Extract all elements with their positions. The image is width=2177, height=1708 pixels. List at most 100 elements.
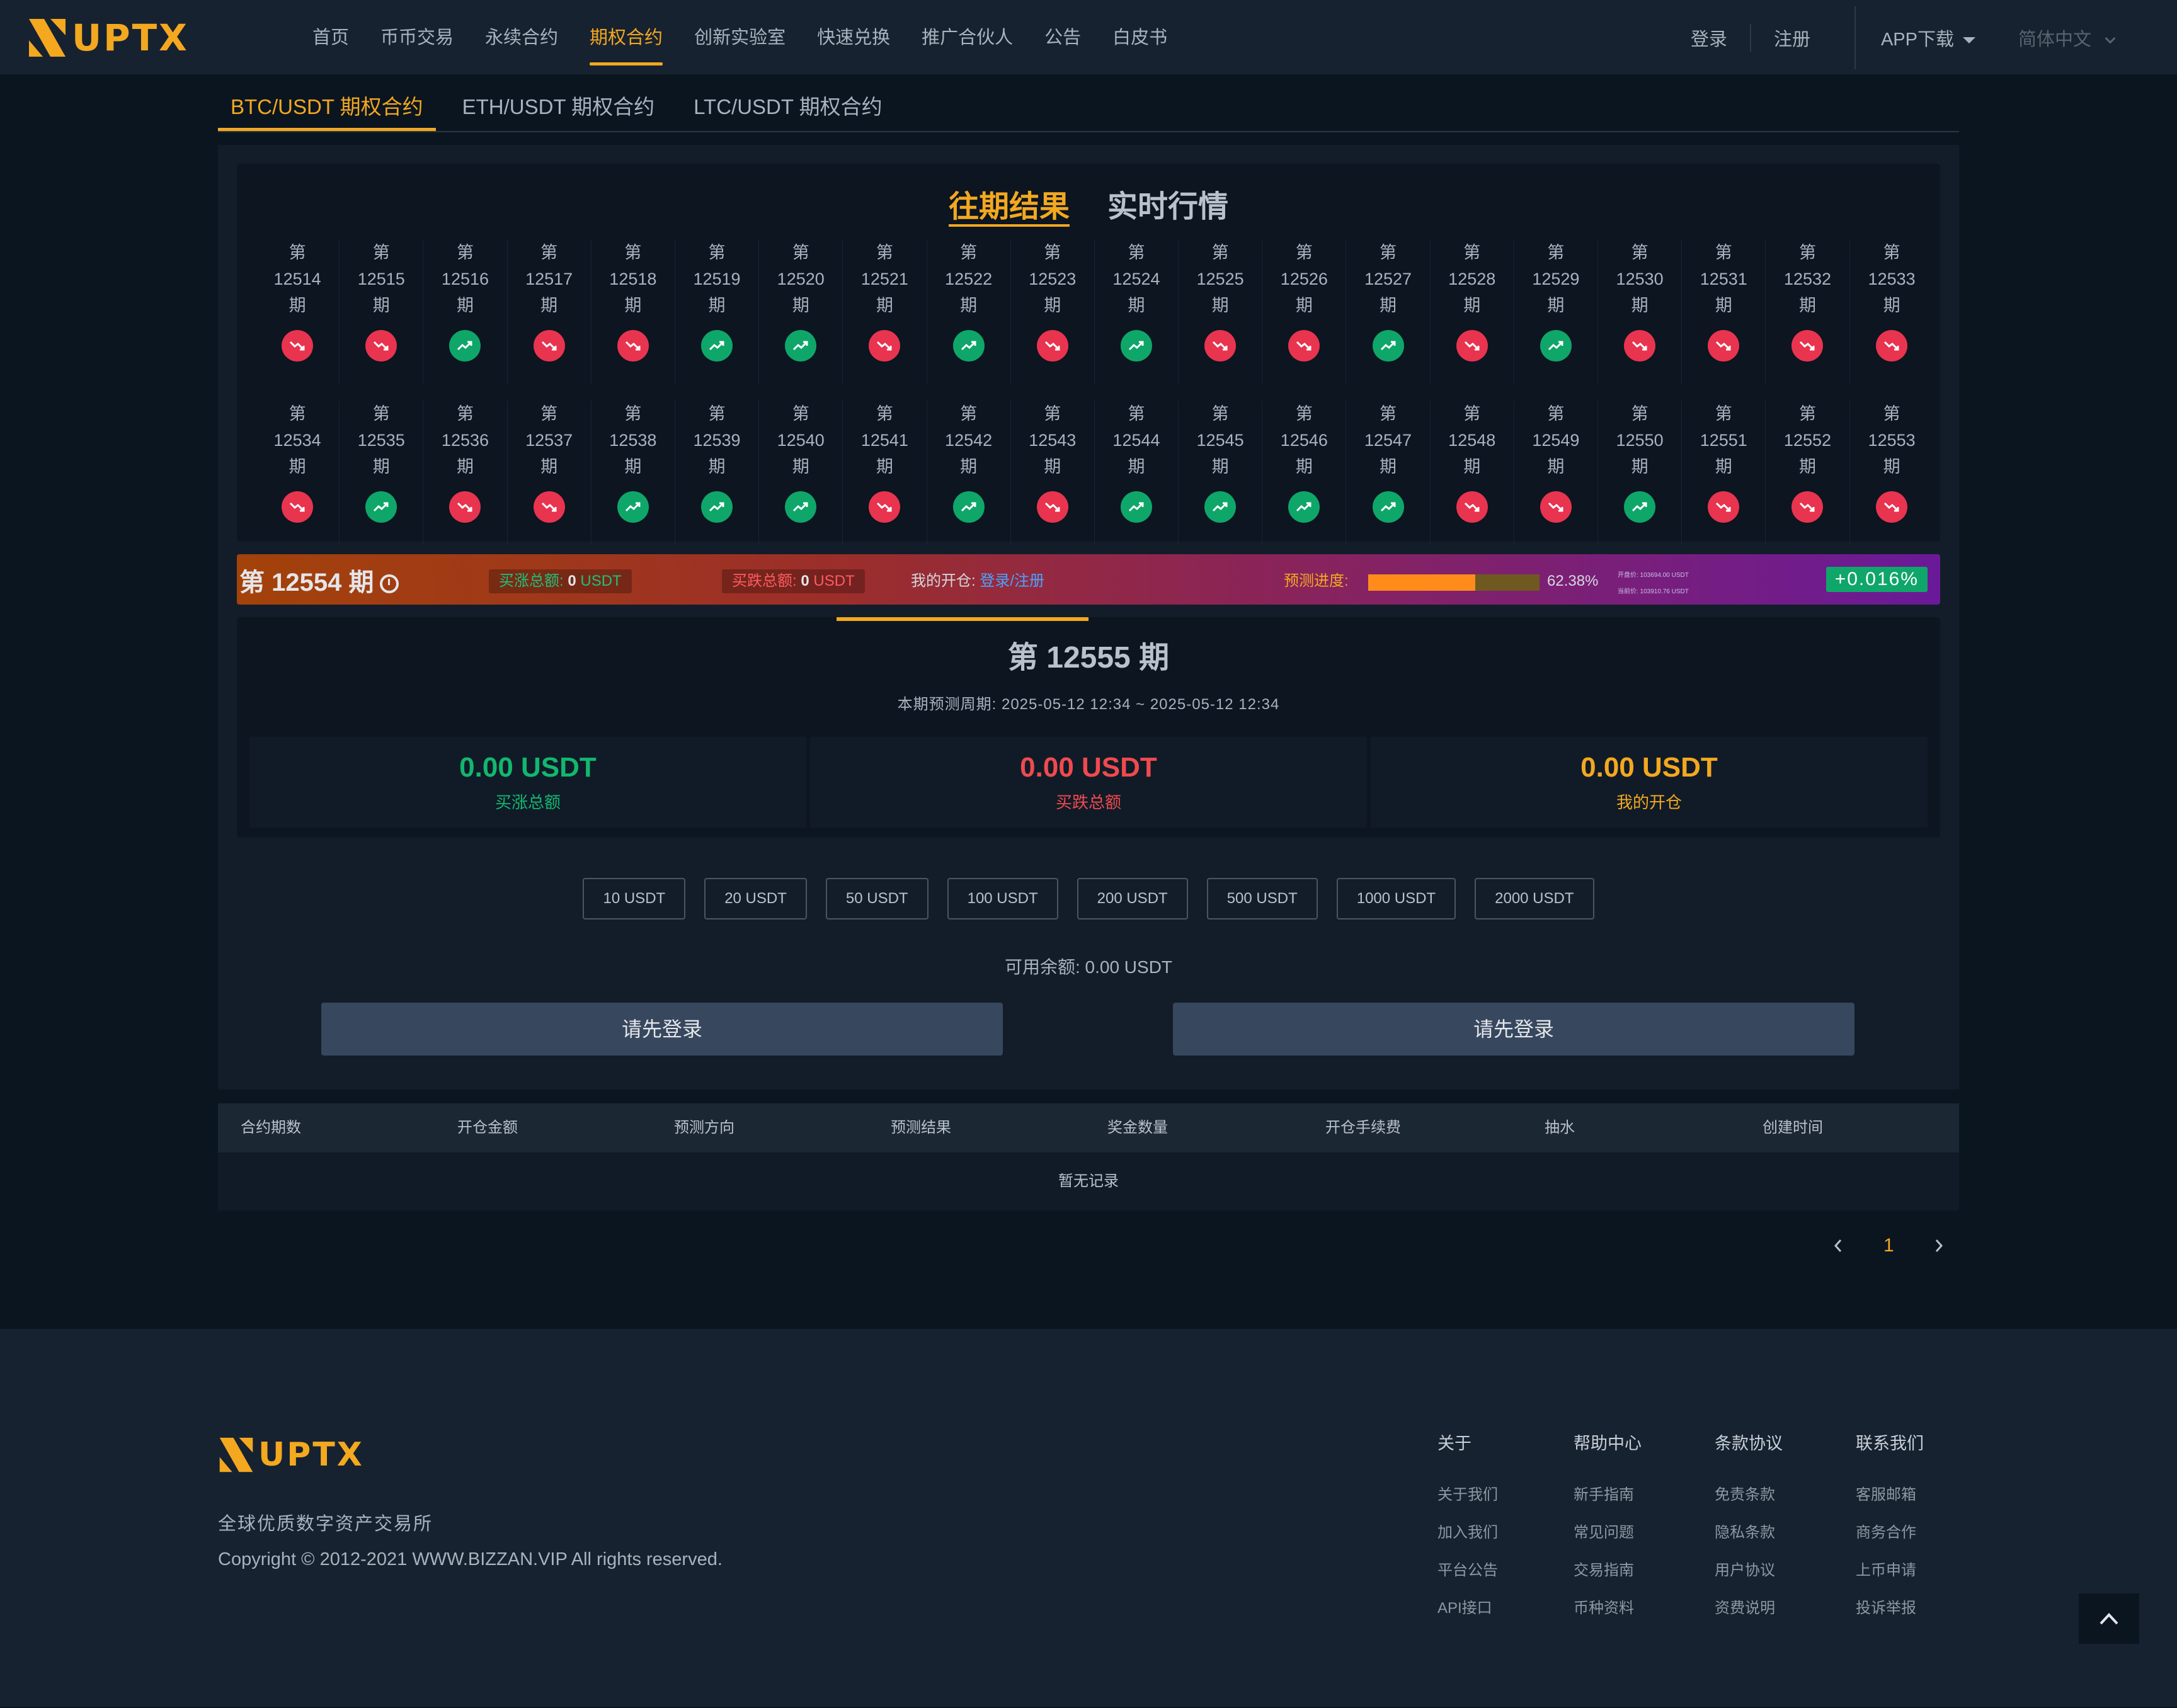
tab-live-market[interactable]: 实时行情 [1107,164,1228,227]
current-period-title: 第 12554 期 [239,562,399,598]
period-result: 第 12549 期 [1514,401,1598,545]
footer-link[interactable]: 资费说明 [1715,1595,1783,1633]
trend-up-icon [1372,491,1404,523]
amount-button-1000[interactable]: 1000 USDT [1336,878,1456,919]
nav-item-lab[interactable]: 创新实验室 [694,0,786,76]
period-prefix: 第 [540,243,558,262]
footer-link[interactable]: 客服邮箱 [1856,1482,1924,1520]
amount-button-10[interactable]: 10 USDT [583,878,686,919]
period-prefix: 第 [1463,404,1481,423]
period-number: 12523 [1029,270,1077,288]
footer-link[interactable]: 投诉举报 [1856,1595,1924,1633]
trend-up-icon [1372,330,1404,362]
nav-item-announcement[interactable]: 公告 [1044,0,1081,76]
period-result: 第 12548 期 [1431,401,1514,545]
column-header: 预测结果 [891,1119,951,1136]
period-result: 第 12547 期 [1346,401,1431,545]
period-result: 第 12523 期 [1011,239,1095,384]
period-prefix: 第 [1883,404,1900,423]
footer-link[interactable]: 用户协议 [1715,1557,1783,1595]
footer-link[interactable]: 商务合作 [1856,1520,1924,1557]
period-number: 12542 [945,431,993,450]
buy-up-label: 买涨总额: [499,572,568,589]
footer-column-title: 帮助中心 [1574,1434,1642,1453]
nav-item-whitepaper[interactable]: 白皮书 [1112,0,1167,76]
period-prefix: 第 [1211,404,1229,423]
copyright: Copyright © 2012-2021 WWW.BIZZAN.VIP All… [218,1549,723,1569]
period-suffix: 期 [1128,457,1145,476]
period-result: 第 12535 期 [340,401,424,545]
tab-btc-usdt[interactable]: BTC/USDT 期权合约 [218,81,436,131]
back-to-top-button[interactable] [2079,1593,2139,1644]
divider [1854,6,1856,69]
prev-page-button[interactable] [1832,1228,1844,1263]
footer-link[interactable]: 平台公告 [1437,1557,1498,1595]
amount-button-2000[interactable]: 2000 USDT [1475,878,1594,919]
period-result: 第 12527 期 [1346,239,1431,384]
footer-link[interactable]: 关于我们 [1437,1482,1498,1520]
footer-link[interactable]: 新手指南 [1574,1482,1642,1520]
period-result: 第 12538 期 [591,401,675,545]
page-number[interactable]: 1 [1883,1228,1894,1263]
period-result: 第 12551 期 [1682,401,1766,545]
footer-link[interactable]: 常见问题 [1574,1520,1642,1557]
trend-up-icon [617,491,649,523]
login-register-link[interactable]: 登录/注册 [980,572,1044,589]
nav-item-perpetual[interactable]: 永续合约 [485,0,558,76]
period-result: 第 12541 期 [843,401,927,545]
period-suffix: 期 [372,457,390,476]
current-price: 当前价: 103910.76 USDT [1618,588,1689,595]
amount-button-200[interactable]: 200 USDT [1077,878,1188,919]
nav-item-home[interactable]: 首页 [312,0,349,76]
period-number: 12531 [1700,270,1747,288]
period-prefix: 第 [456,243,474,262]
footer-link[interactable]: 隐私条款 [1715,1520,1783,1557]
nav-item-spot[interactable]: 币币交易 [380,0,454,76]
period-suffix: 期 [456,296,474,315]
stats-row: 0.00 USDT 买涨总额 0.00 USDT 买跌总额 0.00 USDT … [249,737,1928,828]
trend-down-icon [1456,491,1488,523]
footer-link[interactable]: 交易指南 [1574,1557,1642,1595]
amount-button-500[interactable]: 500 USDT [1206,878,1318,919]
trend-up-icon [365,491,397,523]
period-number: 12546 [1280,431,1328,450]
period-result: 第 12532 期 [1766,239,1850,384]
period-prefix: 第 [372,243,390,262]
logo[interactable]: UPTX [28,15,189,60]
period-suffix: 期 [1128,296,1145,315]
price-change-badge: +0.016% [1826,567,1928,592]
stat-buy-down: 0.00 USDT 买跌总额 [810,737,1367,828]
language-select[interactable]: 简体中文 [2018,25,2116,51]
amount-button-20[interactable]: 20 USDT [704,878,807,919]
footer-link[interactable]: 加入我们 [1437,1520,1498,1557]
logo-mark-icon [219,1437,253,1472]
tab-past-results[interactable]: 往期结果 [948,164,1070,227]
app-download-menu[interactable]: APP下载 [1881,25,1975,51]
footer-link[interactable]: 币种资料 [1574,1595,1642,1633]
buy-down-value: 0 [801,572,809,589]
login-link[interactable]: 登录 [1691,25,1727,51]
buy-down-login-button[interactable]: 请先登录 [1173,1003,1854,1056]
register-link[interactable]: 注册 [1774,25,1810,51]
tab-ltc-usdt[interactable]: LTC/USDT 期权合约 [681,81,894,131]
period-number: 12516 [441,270,489,288]
period-prefix: 第 [289,243,306,262]
tab-eth-usdt[interactable]: ETH/USDT 期权合约 [450,81,668,131]
period-prefix: 第 [960,404,978,423]
nav-item-options[interactable]: 期权合约 [590,0,663,76]
period-number: 12520 [777,270,825,288]
footer-logo[interactable]: UPTX [218,1436,364,1474]
period-prefix: 第 [1631,243,1648,262]
period-suffix: 期 [1798,457,1816,476]
amount-button-100[interactable]: 100 USDT [947,878,1058,919]
buy-up-login-button[interactable]: 请先登录 [321,1003,1003,1056]
footer-link[interactable]: 上币申请 [1856,1557,1924,1595]
period-suffix: 期 [456,457,474,476]
nav-item-swap[interactable]: 快速兑换 [817,0,890,76]
amount-button-50[interactable]: 50 USDT [825,878,929,919]
buy-up-total: 买涨总额: 0 USDT [489,569,632,593]
nav-item-partner[interactable]: 推广合伙人 [922,0,1013,76]
footer-link[interactable]: API接口 [1437,1595,1498,1633]
footer-link[interactable]: 免责条款 [1715,1482,1783,1520]
next-page-button[interactable] [1933,1228,1945,1263]
